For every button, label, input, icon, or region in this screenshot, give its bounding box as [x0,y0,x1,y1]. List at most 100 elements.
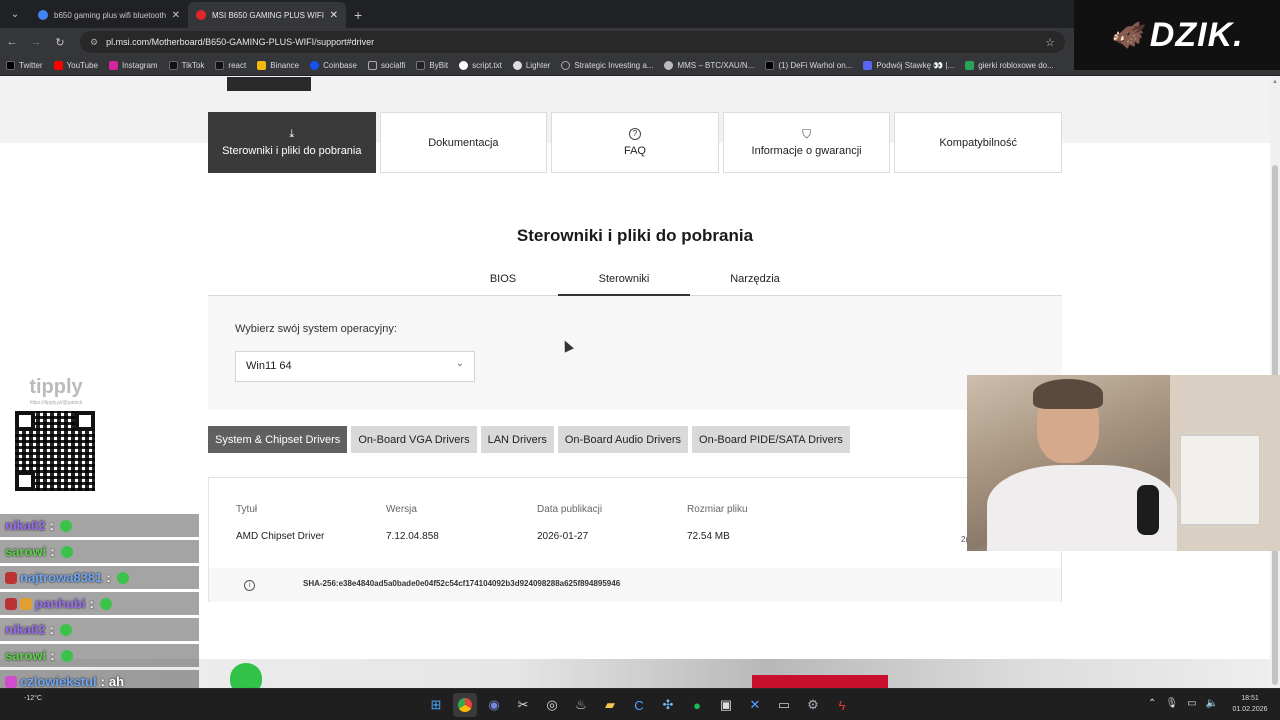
new-tab-button[interactable]: + [354,7,362,23]
display-icon[interactable]: ▭ [1187,698,1196,709]
windows-start-icon[interactable]: ⊞ [424,693,448,717]
tab-search-icon[interactable]: ⌄ [4,3,26,25]
globe-icon [664,61,674,70]
tab-label: FAQ [623,145,646,157]
category-pide-sata[interactable]: On-Board PIDE/SATA Drivers [692,426,850,453]
bookmark[interactable]: Instagram [109,61,158,70]
chat-separator: : [89,596,94,611]
bookmark[interactable]: Coinbase [310,61,357,70]
tab-bios[interactable]: BIOS [437,273,569,296]
address-bar[interactable]: ⚙ pl.msi.com/Motherboard/B650-GAMING-PLU… [80,31,1065,53]
driver-table: Tytuł Wersja Data publikacji Rozmiar pli… [208,477,1062,602]
badge-icon [5,597,17,610]
chat-separator: : [106,570,111,585]
power-app-icon[interactable]: ϟ [830,693,854,717]
back-icon[interactable]: ← [0,36,24,48]
chrome-icon[interactable] [453,693,477,717]
bookmark-label: react [228,61,247,70]
bookmark-label: gierki robloxowe do... [978,61,1054,70]
bookmark[interactable]: TikTok [168,61,204,70]
browser-tab-2[interactable]: MSI B650 GAMING PLUS WIFI, ✕ [188,2,346,28]
forward-icon[interactable]: → [24,36,48,48]
browser-tab-1[interactable]: b650 gaming plus wifi bluetooth ✕ [30,2,188,28]
binance-icon [257,61,267,70]
spotify-icon[interactable]: ● [685,693,709,717]
qr-code [12,408,98,494]
close-icon[interactable]: ✕ [172,10,180,21]
chat-user: nika02 [5,518,46,533]
os-select[interactable]: Win11 64 ⌄ [235,351,475,382]
bookmark[interactable]: Podwój Stawkę 👀 |... [863,61,954,70]
tab-drivers[interactable]: ⤓ Sterowniki i pliki do pobrania [208,112,376,173]
chat-user: najtrowa8381 [20,570,103,585]
tab-documentation[interactable]: Dokumentacja [379,112,548,173]
boar-icon: 🐗 [1110,19,1144,50]
qr-finder [15,471,35,491]
tab-narzedzia[interactable]: Narzędzia [689,273,821,296]
tab-sterowniki[interactable]: Sterowniki [558,273,690,296]
obs-icon[interactable]: ◎ [540,693,564,717]
bookmark[interactable]: Strategic Investing a... [561,61,653,70]
info-icon[interactable]: i [244,580,255,591]
frog-emote-icon [116,571,129,584]
frog-emote-icon [60,545,73,558]
category-audio[interactable]: On-Board Audio Drivers [557,426,689,453]
weather-widget[interactable]: -12°C [24,695,42,702]
discord-icon[interactable]: ◉ [482,693,506,717]
folder-icon[interactable]: ▰ [598,693,622,717]
tab-warranty[interactable]: ⛉ Informacje o gwarancji [722,112,891,173]
clock[interactable]: 18:51 01.02.2026 [1228,693,1272,715]
snipping-icon[interactable]: ✂ [511,693,535,717]
bookmark-label: MMS – BTC/XAU/N... [677,61,755,70]
bookmark[interactable]: gierki robloxowe do... [965,61,1054,70]
bookmark[interactable]: react [215,61,246,70]
microphone-icon[interactable]: 🎙 [1165,698,1178,709]
app-x-icon[interactable]: ✕ [743,693,767,717]
bookmark[interactable]: ByBit [416,61,448,70]
scroll-up-icon[interactable]: ▲ [1272,79,1278,85]
terminal-icon[interactable]: ▭ [772,693,796,717]
bookmark-label: Coinbase [323,61,357,70]
bookmark[interactable]: Twitter [6,61,43,70]
tab-faq[interactable]: ? FAQ [551,112,719,173]
qr-finder [15,411,35,431]
category-lan[interactable]: LAN Drivers [480,426,554,453]
steam-icon[interactable]: ♨ [569,693,593,717]
bookmark[interactable]: (1) DeFi Warhol on... [765,61,852,70]
reload-icon[interactable]: ↻ [48,36,72,49]
clock-time: 18:51 [1241,695,1259,702]
folder-icon [367,61,377,70]
category-system-chipset[interactable]: System & Chipset Drivers [208,426,348,453]
bookmark[interactable]: Binance [257,61,299,70]
bookmark[interactable]: MMS – BTC/XAU/N... [664,61,754,70]
tab-label: Dokumentacja [428,136,499,149]
frog-emote-icon [60,649,73,662]
tray-overflow-icon[interactable]: ⌃ [1148,698,1156,709]
sha-hash: SHA-256:e38e4840ad5a0bade0e04f52c54cf174… [303,579,621,588]
media-icon[interactable]: ▣ [714,693,738,717]
bookmark-label: Instagram [122,61,158,70]
close-icon[interactable]: ✕ [330,10,338,21]
tab-compatibility[interactable]: Kompatybilność [894,112,1062,173]
volume-icon[interactable]: 🔈 [1206,698,1218,709]
bookmark-label: script.txt [472,61,502,70]
bookmark[interactable]: YouTube [53,61,98,70]
bookmark[interactable]: socialfi [367,61,406,70]
tab-label: Sterowniki i pliki do pobrania [222,144,362,157]
webcam-feed [967,375,1280,551]
bookmark[interactable]: script.txt [459,61,502,70]
settings-icon[interactable]: ⚙ [801,693,825,717]
bookmark[interactable]: Lighter [512,61,550,70]
chat-message: nika02: [0,514,199,537]
network-icon[interactable]: ✣ [656,693,680,717]
category-vga[interactable]: On-Board VGA Drivers [351,426,477,453]
loading-icon [561,61,571,70]
tab-label: Kompatybilność [939,136,1017,149]
site-info-icon[interactable]: ⚙ [90,37,98,48]
ccleaner-icon[interactable]: C [627,693,651,717]
chat-message: najtrowa8381: [0,566,199,589]
chat-separator: : [49,518,54,533]
bookmark-star-icon[interactable]: ☆ [1045,36,1055,49]
bookmark-label: socialfi [380,61,406,70]
column-header-date: Data publikacji [537,504,603,515]
